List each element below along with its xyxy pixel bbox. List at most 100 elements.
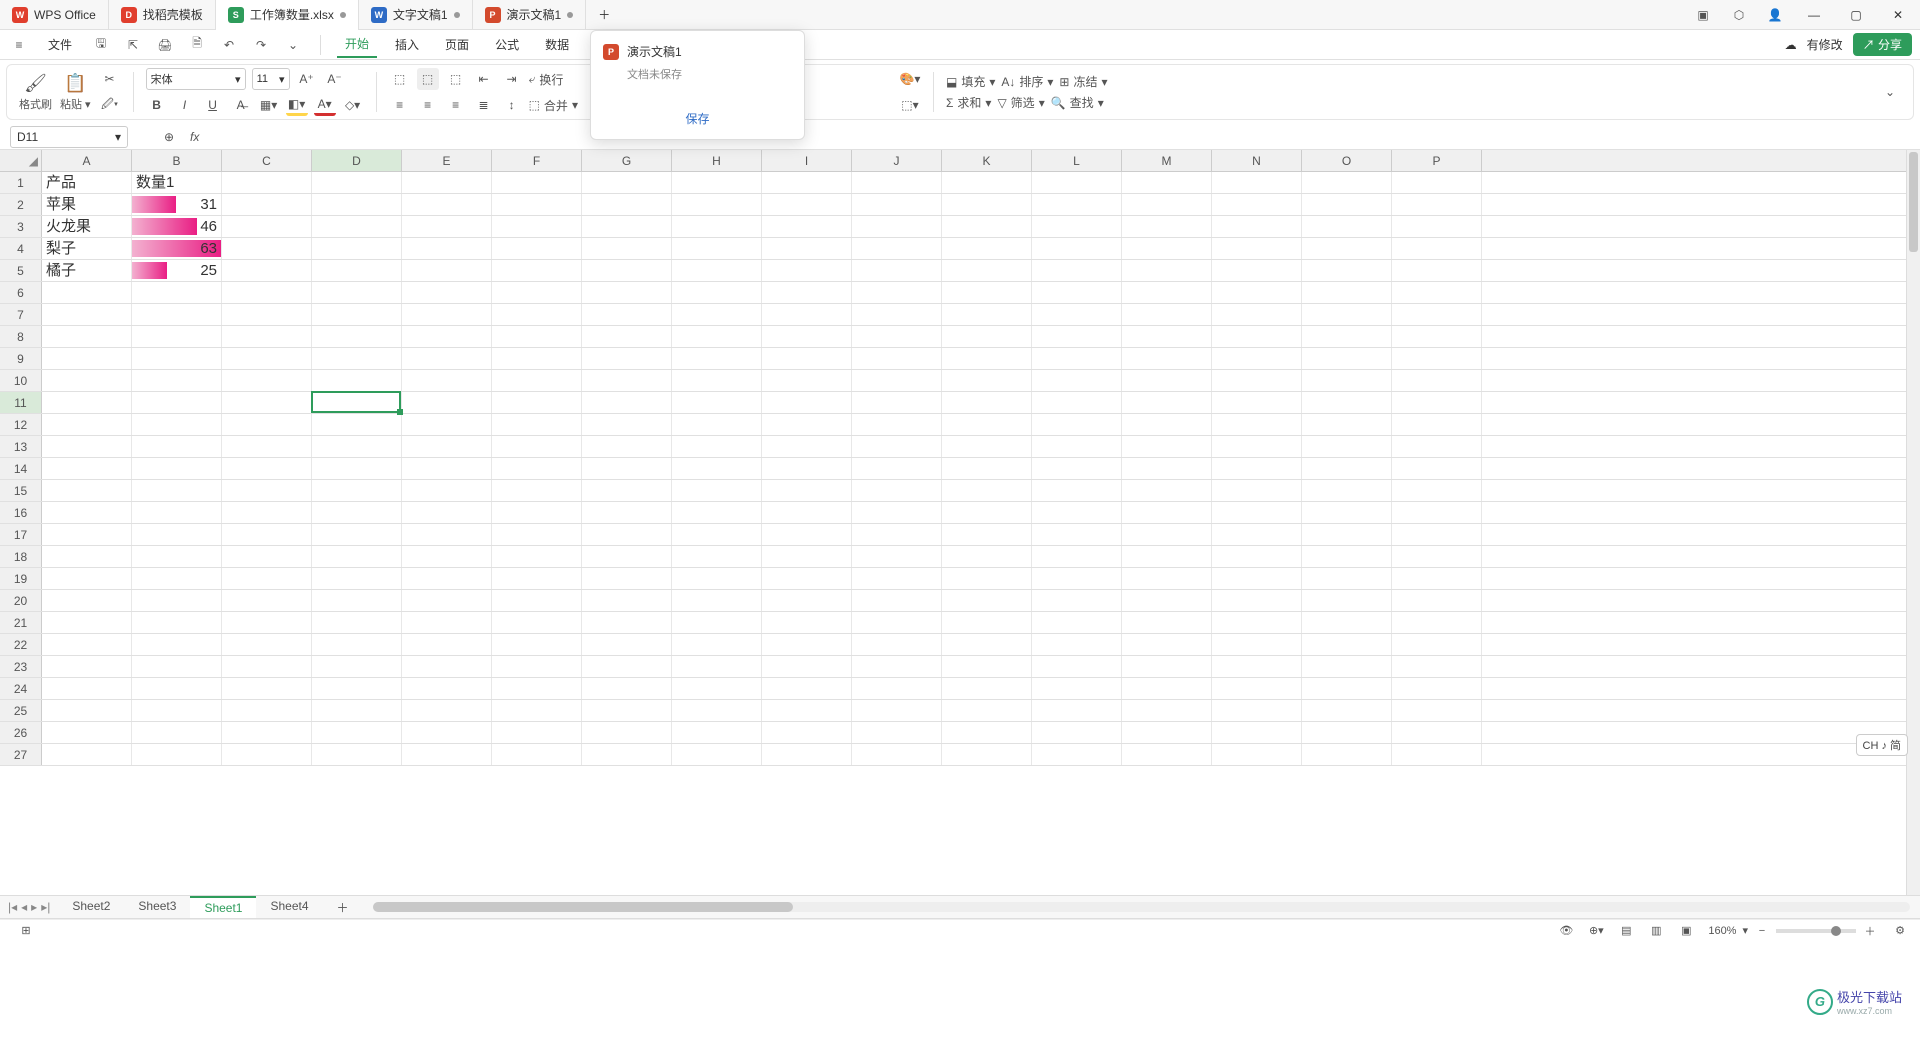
maximize-button[interactable]: ▢ xyxy=(1842,1,1870,29)
cell[interactable] xyxy=(1212,590,1302,611)
cell[interactable] xyxy=(1212,656,1302,677)
row-header[interactable]: 21 xyxy=(0,612,42,633)
cell[interactable] xyxy=(402,238,492,259)
cell[interactable] xyxy=(582,348,672,369)
cell[interactable] xyxy=(1392,678,1482,699)
row-header[interactable]: 22 xyxy=(0,634,42,655)
cell[interactable] xyxy=(402,590,492,611)
cell[interactable] xyxy=(42,546,132,567)
select-all-corner[interactable]: ◢ xyxy=(0,150,42,171)
cell[interactable] xyxy=(1392,656,1482,677)
cell[interactable] xyxy=(492,414,582,435)
fx-icon[interactable]: fx xyxy=(190,130,199,144)
clear-format-button[interactable]: ◇▾ xyxy=(342,94,364,116)
cell[interactable]: 数量1 xyxy=(132,172,222,193)
cell[interactable] xyxy=(1392,172,1482,193)
paint-format-icon[interactable]: 🎨▾ xyxy=(899,68,921,90)
cell[interactable] xyxy=(42,612,132,633)
cell[interactable] xyxy=(402,612,492,633)
minimize-button[interactable]: — xyxy=(1800,1,1828,29)
menu-page[interactable]: 页面 xyxy=(437,32,477,57)
cell[interactable] xyxy=(1302,678,1392,699)
cell[interactable] xyxy=(852,436,942,457)
cell[interactable] xyxy=(222,216,312,237)
cell[interactable] xyxy=(132,678,222,699)
cell[interactable] xyxy=(312,436,402,457)
orientation-icon[interactable]: ↕ xyxy=(501,94,523,116)
cell[interactable] xyxy=(672,546,762,567)
cell[interactable] xyxy=(852,304,942,325)
cell[interactable] xyxy=(852,194,942,215)
cell[interactable] xyxy=(42,502,132,523)
cell[interactable] xyxy=(1212,436,1302,457)
status-menu-icon[interactable]: ⊞ xyxy=(18,924,34,937)
cell[interactable] xyxy=(942,194,1032,215)
cell[interactable] xyxy=(42,634,132,655)
cell[interactable] xyxy=(1392,282,1482,303)
cell[interactable] xyxy=(582,238,672,259)
cell[interactable] xyxy=(492,722,582,743)
cell[interactable]: 火龙果 xyxy=(42,216,132,237)
font-color-button[interactable]: A▾ xyxy=(314,94,336,116)
cell[interactable] xyxy=(672,260,762,281)
cell[interactable] xyxy=(402,260,492,281)
cell[interactable] xyxy=(582,480,672,501)
cell[interactable] xyxy=(942,480,1032,501)
cell[interactable] xyxy=(762,414,852,435)
cell[interactable] xyxy=(1212,480,1302,501)
cell[interactable] xyxy=(852,590,942,611)
row-header[interactable]: 18 xyxy=(0,546,42,567)
cell[interactable] xyxy=(1032,458,1122,479)
cell[interactable] xyxy=(312,326,402,347)
cell[interactable] xyxy=(852,524,942,545)
cell[interactable] xyxy=(1122,436,1212,457)
cell[interactable] xyxy=(852,656,942,677)
cell[interactable] xyxy=(942,436,1032,457)
align-left-icon[interactable]: ≡ xyxy=(389,94,411,116)
cell[interactable] xyxy=(1212,216,1302,237)
column-header[interactable]: N xyxy=(1212,150,1302,171)
cell[interactable] xyxy=(672,216,762,237)
cell[interactable] xyxy=(1032,436,1122,457)
settings-icon[interactable]: ⚙ xyxy=(1892,924,1908,937)
cell[interactable] xyxy=(852,700,942,721)
cell[interactable] xyxy=(1122,392,1212,413)
cell[interactable] xyxy=(222,678,312,699)
cell[interactable] xyxy=(42,744,132,765)
cell[interactable] xyxy=(942,348,1032,369)
cell[interactable] xyxy=(42,326,132,347)
cell[interactable] xyxy=(582,612,672,633)
cell[interactable] xyxy=(942,370,1032,391)
cell[interactable] xyxy=(1392,568,1482,589)
cell[interactable] xyxy=(582,172,672,193)
cell[interactable] xyxy=(762,260,852,281)
column-header[interactable]: I xyxy=(762,150,852,171)
cell[interactable] xyxy=(582,414,672,435)
cell[interactable] xyxy=(1032,744,1122,765)
format-brush-button[interactable]: 🖌格式刷 xyxy=(19,73,52,112)
cell[interactable] xyxy=(1302,634,1392,655)
cell[interactable] xyxy=(1032,238,1122,259)
add-sheet-button[interactable]: ＋ xyxy=(323,896,363,919)
row-header[interactable]: 2 xyxy=(0,194,42,215)
cell[interactable] xyxy=(762,656,852,677)
cell[interactable] xyxy=(1032,634,1122,655)
cell[interactable] xyxy=(492,458,582,479)
cell[interactable] xyxy=(852,392,942,413)
cell[interactable] xyxy=(762,678,852,699)
cell[interactable] xyxy=(222,436,312,457)
cell[interactable] xyxy=(582,568,672,589)
cell[interactable] xyxy=(1032,216,1122,237)
cell[interactable] xyxy=(762,634,852,655)
cell[interactable] xyxy=(312,216,402,237)
share-button[interactable]: ↗ 分享 xyxy=(1853,33,1912,56)
cell[interactable] xyxy=(762,282,852,303)
cell[interactable] xyxy=(1212,744,1302,765)
align-right-icon[interactable]: ≡ xyxy=(445,94,467,116)
cell[interactable] xyxy=(222,524,312,545)
cell[interactable] xyxy=(1302,238,1392,259)
cell[interactable] xyxy=(852,678,942,699)
cell[interactable] xyxy=(672,238,762,259)
cell[interactable] xyxy=(492,480,582,501)
cell[interactable] xyxy=(1302,260,1392,281)
